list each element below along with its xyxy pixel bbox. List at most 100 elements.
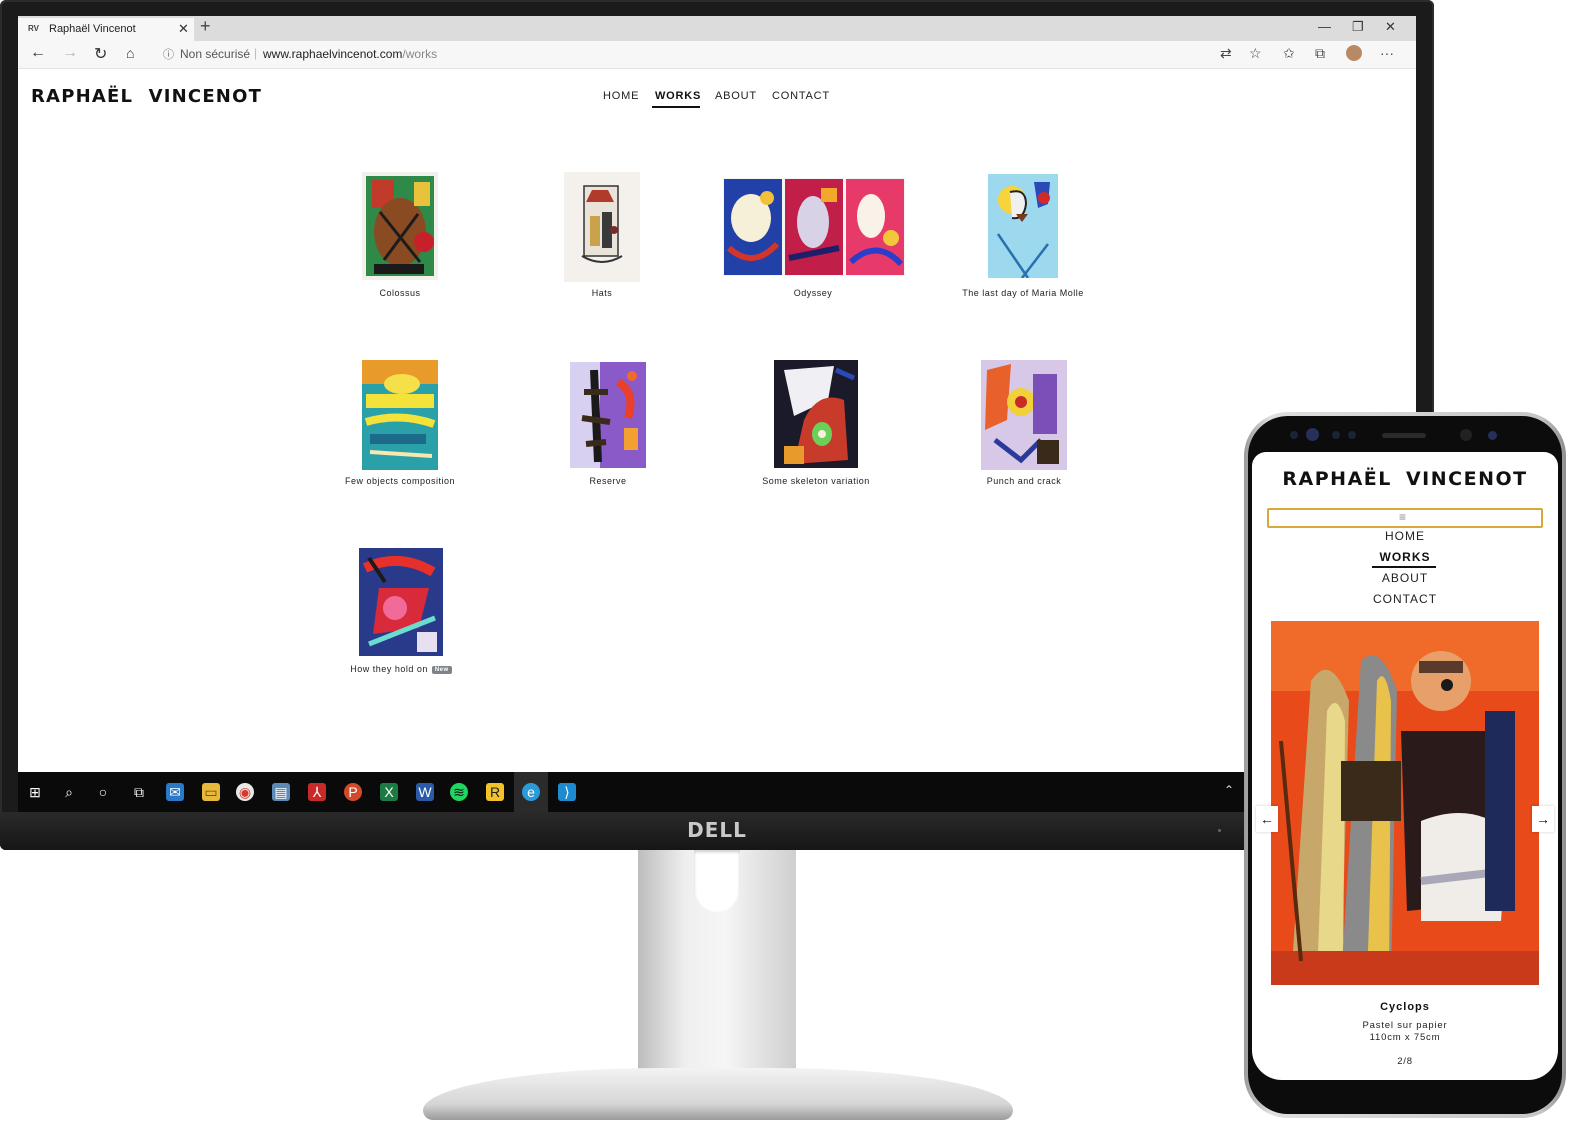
artwork-image[interactable] — [1271, 621, 1539, 985]
url-path: /works — [402, 47, 438, 61]
thumbnail[interactable] — [362, 360, 438, 470]
search-icon[interactable]: ⌕ — [60, 783, 78, 801]
restore-icon[interactable]: ❐ — [1352, 19, 1364, 35]
work-title[interactable]: The last day of Maria Molle — [953, 288, 1093, 298]
browser-toolbar: ← → ↻ ⌂ ⓘ Non sécurisé | www.raphaelvinc… — [18, 41, 1416, 69]
work-title-row[interactable]: How they hold on New — [338, 664, 464, 674]
close-tab-icon[interactable]: ✕ — [178, 21, 189, 37]
stand-cable-hole — [694, 850, 740, 912]
front-camera-icon — [1306, 428, 1319, 441]
browser-tabbar: RV Raphaël Vincenot ✕ + — ❐ ✕ — [18, 16, 1416, 41]
chevron-up-icon[interactable]: ⌃ — [1224, 783, 1234, 797]
nav-works[interactable]: WORKS — [655, 90, 701, 102]
work-title[interactable]: Reserve — [548, 476, 668, 486]
spotify-icon[interactable]: ≋ — [450, 783, 468, 801]
translate-icon[interactable]: ⇄ — [1220, 45, 1232, 62]
chrome-icon[interactable]: ◉ — [236, 783, 254, 801]
work-title[interactable]: Colossus — [340, 288, 460, 298]
mobile-site-logo[interactable]: RAPHAËL VINCENOT — [1252, 468, 1558, 490]
nav-home[interactable]: HOME — [603, 90, 639, 102]
sensor-icon — [1332, 431, 1340, 439]
favorites-icon[interactable]: ✩ — [1283, 45, 1295, 62]
collections-icon[interactable]: ⧉ — [1315, 45, 1325, 62]
address-field[interactable]: www.raphaelvincenot.com/works — [263, 47, 437, 61]
work-punch-and-crack[interactable]: Punch and crack — [962, 360, 1086, 490]
windows-start-icon[interactable]: ⊞ — [26, 783, 44, 801]
mobile-nav-works[interactable]: WORKS — [1252, 550, 1558, 564]
browser-tab[interactable]: RV Raphaël Vincenot ✕ — [18, 18, 194, 41]
close-window-icon[interactable]: ✕ — [1385, 19, 1396, 35]
powerpoint-icon[interactable]: P — [344, 783, 362, 801]
file-explorer-icon[interactable]: ▭ — [202, 783, 220, 801]
artwork-title: Cyclops — [1380, 1001, 1430, 1013]
edge-icon[interactable]: e — [522, 783, 540, 801]
work-reserve[interactable]: Reserve — [548, 360, 668, 490]
sensor-icon — [1290, 431, 1298, 439]
work-hats[interactable]: Hats — [542, 172, 662, 302]
thumbnail[interactable] — [723, 178, 905, 276]
favorite-star-icon[interactable]: ☆ — [1249, 45, 1262, 62]
artwork-size: 110cm x 75cm — [1369, 1032, 1441, 1043]
thumbnail[interactable] — [570, 362, 646, 468]
thumbnail[interactable] — [362, 172, 438, 280]
address-separator: | — [254, 46, 258, 60]
nav-about[interactable]: ABOUT — [715, 90, 757, 102]
excel-icon[interactable]: X — [380, 783, 398, 801]
mail-icon[interactable]: ✉ — [166, 783, 184, 801]
work-last-day-of-maria-molle[interactable]: The last day of Maria Molle — [953, 172, 1093, 302]
stand-base — [423, 1068, 1013, 1120]
thumbnail[interactable] — [988, 174, 1058, 278]
mobile-screen: RAPHAËL VINCENOT ≡ HOME WORKS ABOUT CONT… — [1252, 452, 1558, 1080]
work-how-they-hold-on[interactable]: How they hold on New — [338, 548, 464, 678]
power-indicator — [1218, 829, 1221, 832]
cortana-icon[interactable]: ○ — [94, 783, 112, 801]
mobile-nav-about[interactable]: ABOUT — [1252, 571, 1558, 585]
work-odyssey[interactable]: Odyssey — [721, 172, 905, 302]
next-arrow-icon[interactable]: → — [1532, 806, 1554, 832]
thumbnail[interactable] — [981, 360, 1067, 470]
app-icon[interactable]: ▤ — [272, 783, 290, 801]
work-title[interactable]: Some skeleton variation — [748, 476, 884, 486]
more-menu-icon[interactable]: ··· — [1380, 45, 1394, 61]
menu-toggle-button[interactable]: ≡ — [1267, 508, 1543, 528]
word-icon[interactable]: W — [416, 783, 434, 801]
work-few-objects-composition[interactable]: Few objects composition — [334, 360, 466, 490]
previous-arrow-icon[interactable]: ← — [1256, 806, 1278, 832]
thumbnail[interactable] — [564, 172, 640, 282]
favicon: RV — [28, 24, 39, 33]
dell-logo: DELL — [687, 818, 747, 842]
desktop-screen: RV Raphaël Vincenot ✕ + — ❐ ✕ ← → ↻ ⌂ ⓘ … — [18, 16, 1416, 812]
new-tab-button[interactable]: + — [200, 16, 211, 37]
home-icon[interactable]: ⌂ — [126, 45, 134, 61]
active-nav-underline — [652, 106, 700, 108]
app-icon[interactable]: R — [486, 783, 504, 801]
acrobat-icon[interactable]: ⅄ — [308, 783, 326, 801]
artwork-medium: Pastel sur papier — [1362, 1020, 1448, 1031]
mobile-nav-home[interactable]: HOME — [1252, 529, 1558, 543]
site-logo[interactable]: RAPHAËL VINCENOT — [31, 86, 262, 107]
work-title[interactable]: Few objects composition — [334, 476, 466, 486]
mobile-nav-contact[interactable]: CONTACT — [1252, 592, 1558, 606]
tab-title: Raphaël Vincenot — [49, 23, 136, 35]
work-colossus[interactable]: Colossus — [340, 172, 460, 302]
profile-avatar-icon[interactable] — [1346, 45, 1362, 61]
task-view-icon[interactable]: ⧉ — [130, 783, 148, 801]
sensor-icon — [1348, 431, 1356, 439]
security-status[interactable]: Non sécurisé — [180, 47, 250, 61]
nav-contact[interactable]: CONTACT — [772, 90, 830, 102]
work-title[interactable]: Hats — [542, 288, 662, 298]
earpiece — [1382, 433, 1426, 438]
thumbnail[interactable] — [359, 548, 443, 656]
work-title[interactable]: Odyssey — [721, 288, 905, 298]
sensor-icon — [1488, 431, 1497, 440]
forward-icon[interactable]: → — [62, 44, 78, 62]
work-title[interactable]: Punch and crack — [962, 476, 1086, 486]
minimize-icon[interactable]: — — [1318, 19, 1331, 34]
refresh-icon[interactable]: ↻ — [94, 44, 107, 64]
active-nav-underline — [1372, 566, 1436, 568]
thumbnail[interactable] — [774, 360, 858, 468]
work-some-skeleton-variation[interactable]: Some skeleton variation — [748, 360, 884, 490]
vscode-icon[interactable]: ⟩ — [558, 783, 576, 801]
info-icon[interactable]: ⓘ — [163, 46, 174, 62]
back-icon[interactable]: ← — [30, 44, 46, 62]
